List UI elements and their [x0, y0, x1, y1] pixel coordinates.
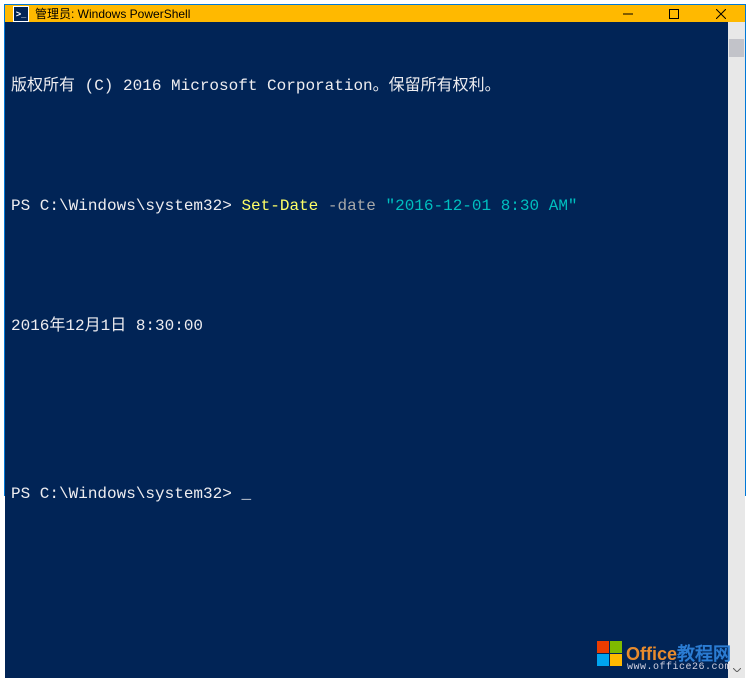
maximize-button[interactable]	[651, 5, 697, 22]
powershell-icon: >_	[13, 6, 29, 22]
cmdlet-name: Set-Date	[241, 197, 318, 215]
prompt-2: PS C:\Windows\system32>	[11, 485, 232, 503]
close-button[interactable]	[697, 5, 745, 22]
close-icon	[716, 9, 726, 19]
titlebar[interactable]: >_ 管理员: Windows PowerShell	[5, 5, 745, 22]
terminal-body[interactable]: 版权所有 (C) 2016 Microsoft Corporation。保留所有…	[5, 22, 745, 678]
command-line-2: PS C:\Windows\system32> _	[11, 482, 739, 506]
powershell-icon-glyph: >_	[16, 9, 26, 19]
window-title: 管理员: Windows PowerShell	[35, 5, 190, 22]
office-logo-icon	[597, 641, 622, 666]
vertical-scrollbar[interactable]	[728, 22, 745, 678]
cmdlet-param: -date	[328, 197, 376, 215]
copyright-line: 版权所有 (C) 2016 Microsoft Corporation。保留所有…	[11, 74, 739, 98]
command-line-1: PS C:\Windows\system32> Set-Date -date "…	[11, 194, 739, 218]
scroll-thumb[interactable]	[729, 39, 744, 57]
chevron-down-icon	[733, 668, 741, 672]
window-controls	[605, 5, 745, 22]
cmdlet-arg: "2016-12-01 8:30 AM"	[385, 197, 577, 215]
output-line: 2016年12月1日 8:30:00	[11, 314, 739, 338]
prompt-1: PS C:\Windows\system32>	[11, 197, 241, 215]
minimize-icon	[623, 9, 633, 19]
watermark-url: www.office26.com	[627, 656, 731, 680]
cursor: _	[232, 485, 251, 503]
powershell-window: >_ 管理员: Windows PowerShell 版权所有 (C) 2016…	[4, 4, 746, 496]
scroll-track[interactable]	[728, 39, 745, 661]
maximize-icon	[669, 9, 679, 19]
minimize-button[interactable]	[605, 5, 651, 22]
